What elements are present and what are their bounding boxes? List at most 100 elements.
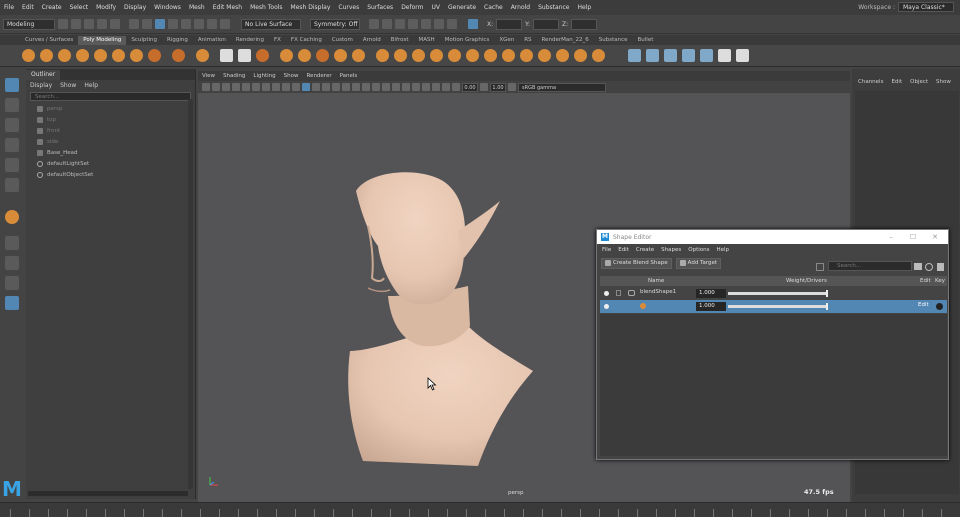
uv-planar-icon[interactable] [628, 49, 641, 62]
shelf-tab-animation[interactable]: Animation [193, 36, 231, 45]
move-tool-icon[interactable] [5, 138, 19, 152]
minimize-icon[interactable]: – [880, 230, 902, 244]
shelf-tab-bifrost[interactable]: Bifrost [386, 36, 414, 45]
combine-icon[interactable] [256, 49, 269, 62]
merge-icon[interactable] [592, 49, 605, 62]
viewport-menu-view[interactable]: View [202, 73, 215, 79]
channel-box-menu-edit[interactable]: Edit [891, 79, 902, 85]
default-material-icon[interactable] [322, 83, 330, 91]
gate-mask-icon[interactable] [272, 83, 280, 91]
poly-cylinder-icon[interactable] [58, 49, 71, 62]
target-weld-icon[interactable] [538, 49, 551, 62]
menu-item-select[interactable]: Select [66, 4, 93, 11]
shape-search-input[interactable]: Search... [828, 261, 912, 271]
slider-handle[interactable] [826, 303, 828, 310]
bridge-icon[interactable] [394, 49, 407, 62]
menu-item-display[interactable]: Display [120, 4, 150, 11]
select-tool-icon[interactable] [5, 78, 19, 92]
save-scene-icon[interactable] [84, 19, 94, 29]
x-coord-field[interactable] [496, 18, 523, 30]
arnold-render-icon[interactable] [434, 19, 444, 29]
two-pane-layout-icon[interactable] [5, 276, 19, 290]
poly-disc-icon[interactable] [130, 49, 143, 62]
filter-icon[interactable] [816, 263, 824, 271]
uv-spherical-icon[interactable] [664, 49, 677, 62]
add-target-button[interactable]: Add Target [675, 257, 722, 269]
blend-shape-weight-slider[interactable] [728, 290, 828, 297]
undo-icon[interactable] [97, 19, 107, 29]
workspace-dropdown[interactable]: Maya Classic* [898, 2, 954, 12]
menu-item-generate[interactable]: Generate [444, 4, 480, 11]
poly-plane-icon[interactable] [112, 49, 125, 62]
blend-shape-row[interactable]: blendShape1 1.000 [600, 287, 947, 300]
viewport-menu-shading[interactable]: Shading [223, 73, 245, 79]
menu-item-arnold[interactable]: Arnold [507, 4, 534, 11]
snap-surface-icon[interactable] [220, 19, 230, 29]
shelf-tab-mash[interactable]: MASH [413, 36, 439, 45]
color-management-icon[interactable] [508, 83, 516, 91]
four-pane-layout-icon[interactable] [5, 256, 19, 270]
target-visibility-toggle[interactable] [604, 304, 609, 309]
shadows-icon[interactable] [362, 83, 370, 91]
hypershade-icon[interactable] [421, 19, 431, 29]
menu-item-curves[interactable]: Curves [334, 4, 363, 11]
rotate-tool-icon[interactable] [5, 158, 19, 172]
depth-of-field-icon[interactable] [402, 83, 410, 91]
shelf-tab-sculpting[interactable]: Sculpting [126, 36, 162, 45]
outliner-menu-display[interactable]: Display [30, 82, 52, 89]
snap-point-icon[interactable] [194, 19, 204, 29]
render-view-icon[interactable] [369, 19, 379, 29]
shape-list-empty-area[interactable] [600, 314, 947, 456]
poly-cone-icon[interactable] [76, 49, 89, 62]
xray-icon[interactable] [422, 83, 430, 91]
safe-action-icon[interactable] [292, 83, 300, 91]
refresh-icon[interactable] [925, 263, 933, 271]
paint-select-tool-icon[interactable] [5, 118, 19, 132]
resolution-gate-icon[interactable] [262, 83, 270, 91]
gamma-field[interactable]: 1.00 [490, 82, 506, 92]
xray-joints-icon[interactable] [432, 83, 440, 91]
select-hierarchy-icon[interactable] [129, 19, 139, 29]
target-weight-slider[interactable] [728, 303, 828, 310]
key-icon[interactable] [936, 303, 943, 310]
outliner-horizontal-scrollbar[interactable] [28, 491, 188, 496]
wireframe-on-shaded-icon[interactable] [332, 83, 340, 91]
shape-editor-menu-help[interactable]: Help [716, 247, 729, 253]
use-lights-icon[interactable] [352, 83, 360, 91]
sphere-pipe-icon[interactable] [196, 49, 209, 62]
field-chart-icon[interactable] [282, 83, 290, 91]
delete-icon[interactable] [937, 263, 944, 271]
shelf-tab-substance[interactable]: Substance [594, 36, 633, 45]
mirror-icon[interactable] [574, 49, 587, 62]
close-icon[interactable]: ✕ [924, 230, 946, 244]
arnold-ipr-icon[interactable] [447, 19, 457, 29]
shelf-tab-motion-graphics[interactable]: Motion Graphics [440, 36, 495, 45]
motion-blur-icon[interactable] [382, 83, 390, 91]
single-pane-layout-icon[interactable] [5, 236, 19, 250]
super-shape-icon[interactable] [172, 49, 185, 62]
shelf-tab-fx[interactable]: FX [269, 36, 286, 45]
gamma-icon[interactable] [480, 83, 488, 91]
menu-item-edit[interactable]: Edit [18, 4, 38, 11]
exposure-icon[interactable] [452, 83, 460, 91]
shelf-tab-rendering[interactable]: Rendering [231, 36, 269, 45]
new-scene-icon[interactable] [58, 19, 68, 29]
channel-box-menu-channels[interactable]: Channels [858, 79, 883, 85]
menu-item-edit-mesh[interactable]: Edit Mesh [209, 4, 246, 11]
blend-shape-weight-field[interactable]: 1.000 [696, 289, 726, 298]
viewport-menu-lighting[interactable]: Lighting [253, 73, 275, 79]
fill-hole-icon[interactable] [448, 49, 461, 62]
tools-icon[interactable] [736, 49, 749, 62]
open-scene-icon[interactable] [71, 19, 81, 29]
shelf-tab-custom[interactable]: Custom [327, 36, 358, 45]
anti-alias-icon[interactable] [392, 83, 400, 91]
bookmark-icon[interactable] [222, 83, 230, 91]
smooth-icon[interactable] [298, 49, 311, 62]
workspace-selector[interactable]: Workspace : Maya Classic* [858, 2, 954, 12]
snap-view-icon[interactable] [207, 19, 217, 29]
boolean-icon[interactable] [316, 49, 329, 62]
menu-item-substance[interactable]: Substance [534, 4, 573, 11]
select-component-icon[interactable] [155, 19, 165, 29]
poly-cube-icon[interactable] [40, 49, 53, 62]
uv-cylindrical-icon[interactable] [646, 49, 659, 62]
